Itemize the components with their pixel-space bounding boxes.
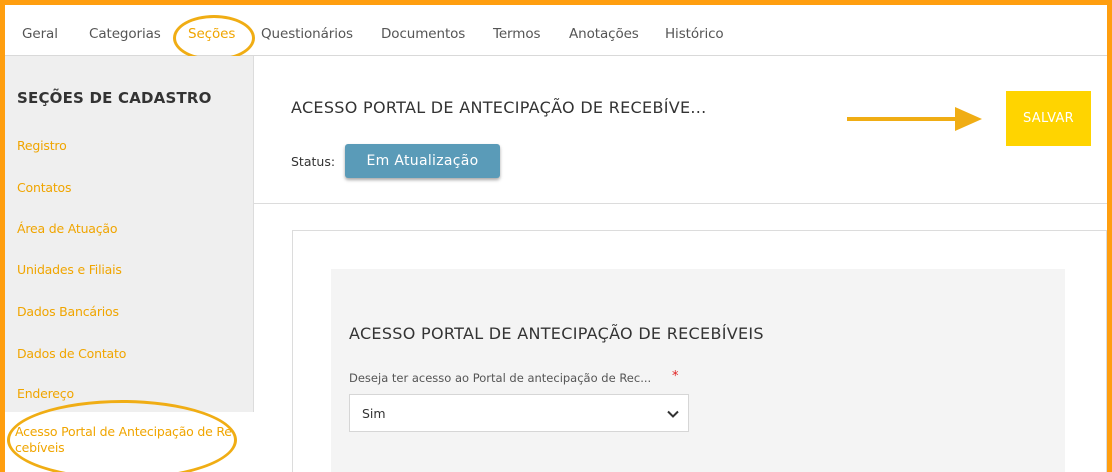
field-label: Deseja ter acesso ao Portal de antecipaç… xyxy=(349,371,652,385)
tab-categorias[interactable]: Categorias xyxy=(89,26,161,42)
annotation-arrow-icon xyxy=(847,107,982,131)
tab-geral[interactable]: Geral xyxy=(22,26,58,42)
access-select[interactable]: Sim xyxy=(349,394,689,432)
sidebar: SEÇÕES DE CADASTRO Registro Contatos Áre… xyxy=(5,56,254,472)
sidebar-item-unidades-e-filiais[interactable]: Unidades e Filiais xyxy=(17,262,122,277)
tab-questionarios[interactable]: Questionários xyxy=(261,26,353,42)
chevron-down-icon xyxy=(667,410,679,418)
save-button[interactable]: SALVAR xyxy=(1006,91,1091,146)
tab-historico[interactable]: Histórico xyxy=(665,26,724,42)
section-title: ACESSO PORTAL DE ANTECIPAÇÃO DE RECEBÍVE… xyxy=(349,324,764,343)
sidebar-item-acesso-portal[interactable]: Acesso Portal de Antecipação de Recebíve… xyxy=(15,424,235,456)
required-mark: * xyxy=(672,369,679,384)
select-value: Sim xyxy=(362,406,386,421)
status-label: Status: xyxy=(291,154,336,169)
sidebar-item-contatos[interactable]: Contatos xyxy=(17,180,72,195)
sidebar-item-dados-bancarios[interactable]: Dados Bancários xyxy=(17,304,119,319)
sidebar-item-registro[interactable]: Registro xyxy=(17,138,67,153)
sidebar-item-area-de-atuacao[interactable]: Área de Atuação xyxy=(17,221,118,236)
sidebar-item-dados-de-contato[interactable]: Dados de Contato xyxy=(17,346,126,361)
tab-documentos[interactable]: Documentos xyxy=(381,26,465,42)
app-window: Geral Categorias Seções Questionários Do… xyxy=(5,5,1107,472)
tab-termos[interactable]: Termos xyxy=(493,26,541,42)
status-badge: Em Atualização xyxy=(345,144,500,178)
section-panel: ACESSO PORTAL DE ANTECIPAÇÃO DE RECEBÍVE… xyxy=(331,269,1065,472)
page-title: ACESSO PORTAL DE ANTECIPAÇÃO DE RECEBÍVE… xyxy=(291,98,707,117)
sidebar-title: SEÇÕES DE CADASTRO xyxy=(17,89,212,107)
sidebar-item-endereco[interactable]: Endereço xyxy=(17,386,74,401)
tab-bar: Geral Categorias Seções Questionários Do… xyxy=(5,5,1107,56)
section-header: ACESSO PORTAL DE ANTECIPAÇÃO DE RECEBÍVE… xyxy=(254,56,1107,204)
tab-secoes[interactable]: Seções xyxy=(188,26,235,42)
tab-anotacoes[interactable]: Anotações xyxy=(569,26,639,42)
content-card: ACESSO PORTAL DE ANTECIPAÇÃO DE RECEBÍVE… xyxy=(292,230,1107,472)
